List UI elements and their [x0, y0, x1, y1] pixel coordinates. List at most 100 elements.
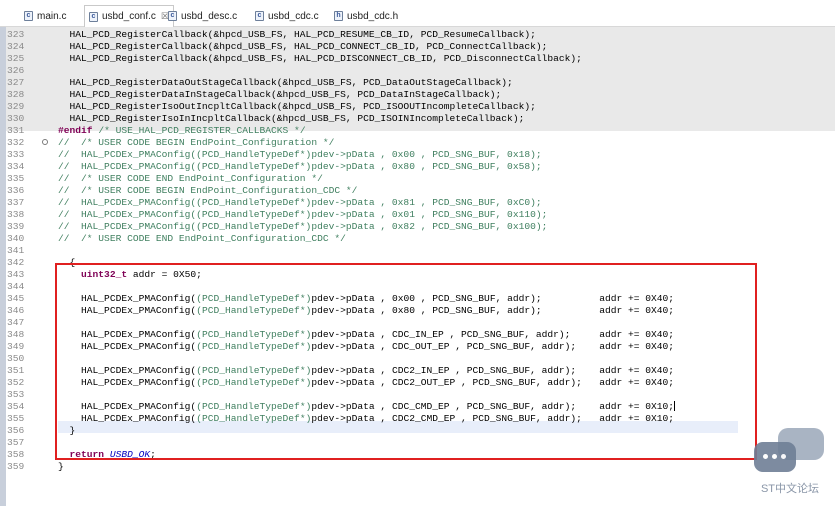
line-number: 351: [7, 365, 25, 376]
code-line[interactable]: 326: [0, 65, 835, 77]
code-text: HAL_PCDEx_PMAConfig((PCD_HandleTypeDef*)…: [58, 305, 675, 316]
code-line[interactable]: 323 HAL_PCD_RegisterCallback(&hpcd_USB_F…: [0, 29, 835, 41]
code-line[interactable]: 349 HAL_PCDEx_PMAConfig((PCD_HandleTypeD…: [0, 341, 835, 353]
code-text: HAL_PCD_RegisterDataInStageCallback(&hpc…: [58, 89, 502, 100]
tab-label: main.c: [37, 10, 67, 22]
tab-usbd-desc-c[interactable]: c usbd_desc.c: [168, 7, 237, 25]
code-text: HAL_PCDEx_PMAConfig((PCD_HandleTypeDef*)…: [58, 377, 675, 388]
line-number: 330: [7, 113, 25, 124]
code-text: }: [58, 461, 64, 472]
line-number: 353: [7, 389, 25, 400]
code-line[interactable]: 327 HAL_PCD_RegisterDataOutStageCallback…: [0, 77, 835, 89]
line-number: 323: [7, 29, 25, 40]
line-number: 324: [7, 41, 25, 52]
code-text: {: [58, 257, 76, 268]
code-text: // HAL_PCDEx_PMAConfig((PCD_HandleTypeDe…: [58, 221, 548, 232]
code-line[interactable]: 354 HAL_PCDEx_PMAConfig((PCD_HandleTypeD…: [0, 401, 835, 413]
line-number: 348: [7, 329, 25, 340]
code-line[interactable]: 347: [0, 317, 835, 329]
code-text: // /* USER CODE END EndPoint_Configurati…: [58, 173, 323, 184]
code-text: // /* USER CODE BEGIN EndPoint_Configura…: [58, 185, 358, 196]
line-number: 334: [7, 161, 25, 172]
line-number: 356: [7, 425, 25, 436]
code-line[interactable]: 355 HAL_PCDEx_PMAConfig((PCD_HandleTypeD…: [0, 413, 835, 425]
editor-tab-bar: c main.c c usbd_conf.c ☒ c usbd_desc.c c usbd…: [0, 0, 835, 27]
line-number: 355: [7, 413, 25, 424]
line-number: 345: [7, 293, 25, 304]
code-text: return USBD_OK;: [69, 449, 156, 460]
code-line[interactable]: 331 #endif /* USE_HAL_PCD_REGISTER_CALLBA…: [0, 125, 835, 137]
chat-bubbles-icon: [754, 428, 826, 478]
code-line[interactable]: 332 // /* USER CODE BEGIN EndPoint_Config…: [0, 137, 835, 149]
tab-label: usbd_conf.c: [102, 11, 156, 22]
code-line[interactable]: 346 HAL_PCDEx_PMAConfig((PCD_HandleTypeD…: [0, 305, 835, 317]
tab-label: usbd_cdc.c: [268, 10, 319, 22]
tab-usbd-conf-c[interactable]: c usbd_conf.c ☒: [84, 5, 175, 27]
line-number: 340: [7, 233, 25, 244]
code-line[interactable]: 330 HAL_PCD_RegisterIsoInIncpltCallback(…: [0, 113, 835, 125]
code-line[interactable]: 351 HAL_PCDEx_PMAConfig((PCD_HandleTypeD…: [0, 365, 835, 377]
code-line[interactable]: 359}: [0, 461, 835, 473]
code-line[interactable]: 350: [0, 353, 835, 365]
line-number: 344: [7, 281, 25, 292]
code-line[interactable]: 329 HAL_PCD_RegisterIsoOutIncpltCallback…: [0, 101, 835, 113]
code-line[interactable]: 344: [0, 281, 835, 293]
line-number: 336: [7, 185, 25, 196]
c-file-icon: c: [89, 11, 98, 22]
code-text: // /* USER CODE BEGIN EndPoint_Configura…: [58, 137, 335, 148]
code-line[interactable]: 345 HAL_PCDEx_PMAConfig((PCD_HandleTypeD…: [0, 293, 835, 305]
line-number: 342: [7, 257, 25, 268]
line-number: 359: [7, 461, 25, 472]
code-line[interactable]: 337 // HAL_PCDEx_PMAConfig((PCD_HandleTyp…: [0, 197, 835, 209]
tab-usbd-cdc-h[interactable]: h usbd_cdc.h: [334, 7, 398, 25]
code-text: HAL_PCD_RegisterDataOutStageCallback(&hp…: [58, 77, 513, 88]
line-number: 347: [7, 317, 25, 328]
line-number: 337: [7, 197, 25, 208]
code-line[interactable]: 324 HAL_PCD_RegisterCallback(&hpcd_USB_F…: [0, 41, 835, 53]
c-file-icon: c: [24, 11, 33, 21]
code-line[interactable]: 358 return USBD_OK;: [0, 449, 835, 461]
code-line[interactable]: 352 HAL_PCDEx_PMAConfig((PCD_HandleTypeD…: [0, 377, 835, 389]
code-text: // /* USER CODE END EndPoint_Configurati…: [58, 233, 346, 244]
code-line[interactable]: 338 // HAL_PCDEx_PMAConfig((PCD_HandleTyp…: [0, 209, 835, 221]
line-number: 354: [7, 401, 25, 412]
tab-usbd-cdc-c[interactable]: c usbd_cdc.c: [255, 7, 319, 25]
code-line[interactable]: 348 HAL_PCDEx_PMAConfig((PCD_HandleTypeD…: [0, 329, 835, 341]
fold-toggle-icon[interactable]: [42, 139, 48, 145]
line-number: 350: [7, 353, 25, 364]
tab-label: usbd_cdc.h: [347, 10, 399, 22]
line-number: 349: [7, 341, 25, 352]
code-text: uint32_t addr = 0X50;: [81, 269, 202, 280]
code-line[interactable]: 339 // HAL_PCDEx_PMAConfig((PCD_HandleTyp…: [0, 221, 835, 233]
line-number: 327: [7, 77, 25, 88]
code-line[interactable]: 328 HAL_PCD_RegisterDataInStageCallback(…: [0, 89, 835, 101]
line-number: 338: [7, 209, 25, 220]
code-line[interactable]: 325 HAL_PCD_RegisterCallback(&hpcd_USB_F…: [0, 53, 835, 65]
code-line[interactable]: 341: [0, 245, 835, 257]
line-number: 329: [7, 101, 25, 112]
code-line[interactable]: 335 // /* USER CODE END EndPoint_Configur…: [0, 173, 835, 185]
code-line[interactable]: 342 {: [0, 257, 835, 269]
code-line[interactable]: 336 // /* USER CODE BEGIN EndPoint_Config…: [0, 185, 835, 197]
code-line[interactable]: 343 uint32_t addr = 0X50;: [0, 269, 835, 281]
h-file-icon: h: [334, 11, 343, 21]
line-number: 346: [7, 305, 25, 316]
code-text: HAL_PCDEx_PMAConfig((PCD_HandleTypeDef*)…: [58, 401, 676, 412]
code-line[interactable]: 333 // HAL_PCDEx_PMAConfig((PCD_HandleTyp…: [0, 149, 835, 161]
code-text: HAL_PCD_RegisterIsoInIncpltCallback(&hpc…: [58, 113, 525, 124]
line-number: 332: [7, 137, 25, 148]
code-text: HAL_PCD_RegisterCallback(&hpcd_USB_FS, H…: [58, 53, 582, 64]
code-line[interactable]: 356 }: [0, 425, 835, 437]
code-line[interactable]: 353: [0, 389, 835, 401]
code-line[interactable]: 334 // HAL_PCDEx_PMAConfig((PCD_HandleTyp…: [0, 161, 835, 173]
code-line[interactable]: 357: [0, 437, 835, 449]
line-number: 352: [7, 377, 25, 388]
code-text: }: [58, 425, 76, 436]
tab-main-c[interactable]: c main.c: [24, 7, 66, 25]
code-line[interactable]: 340 // /* USER CODE END EndPoint_Configur…: [0, 233, 835, 245]
c-file-icon: c: [168, 11, 177, 21]
line-number: 358: [7, 449, 25, 460]
text-caret: [674, 401, 676, 412]
code-text: HAL_PCD_RegisterCallback(&hpcd_USB_FS, H…: [58, 29, 536, 40]
line-number: 343: [7, 269, 25, 280]
